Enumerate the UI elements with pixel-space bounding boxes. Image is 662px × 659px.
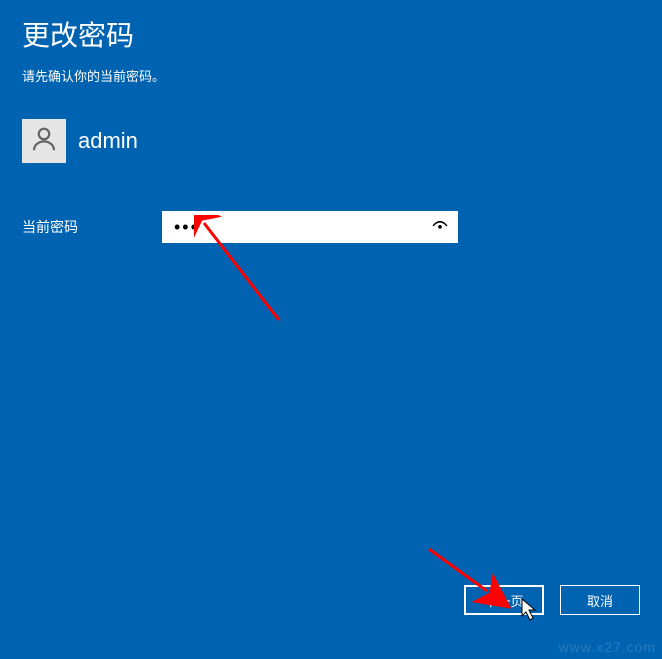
password-field-row: 当前密码 bbox=[22, 211, 662, 243]
user-icon bbox=[29, 124, 59, 159]
current-password-input[interactable] bbox=[162, 211, 458, 243]
eye-icon bbox=[430, 216, 450, 239]
password-input-wrap bbox=[162, 211, 458, 243]
reveal-password-button[interactable] bbox=[422, 211, 458, 243]
subtitle: 请先确认你的当前密码。 bbox=[0, 54, 662, 85]
password-label: 当前密码 bbox=[22, 217, 162, 237]
next-button[interactable]: 下一页 bbox=[464, 585, 544, 615]
username: admin bbox=[78, 128, 138, 154]
page-title: 更改密码 bbox=[0, 0, 662, 54]
user-row: admin bbox=[22, 119, 662, 163]
button-row: 下一页 取消 bbox=[464, 585, 640, 615]
watermark: www.x27.com bbox=[559, 639, 656, 655]
avatar bbox=[22, 119, 66, 163]
cancel-button[interactable]: 取消 bbox=[560, 585, 640, 615]
